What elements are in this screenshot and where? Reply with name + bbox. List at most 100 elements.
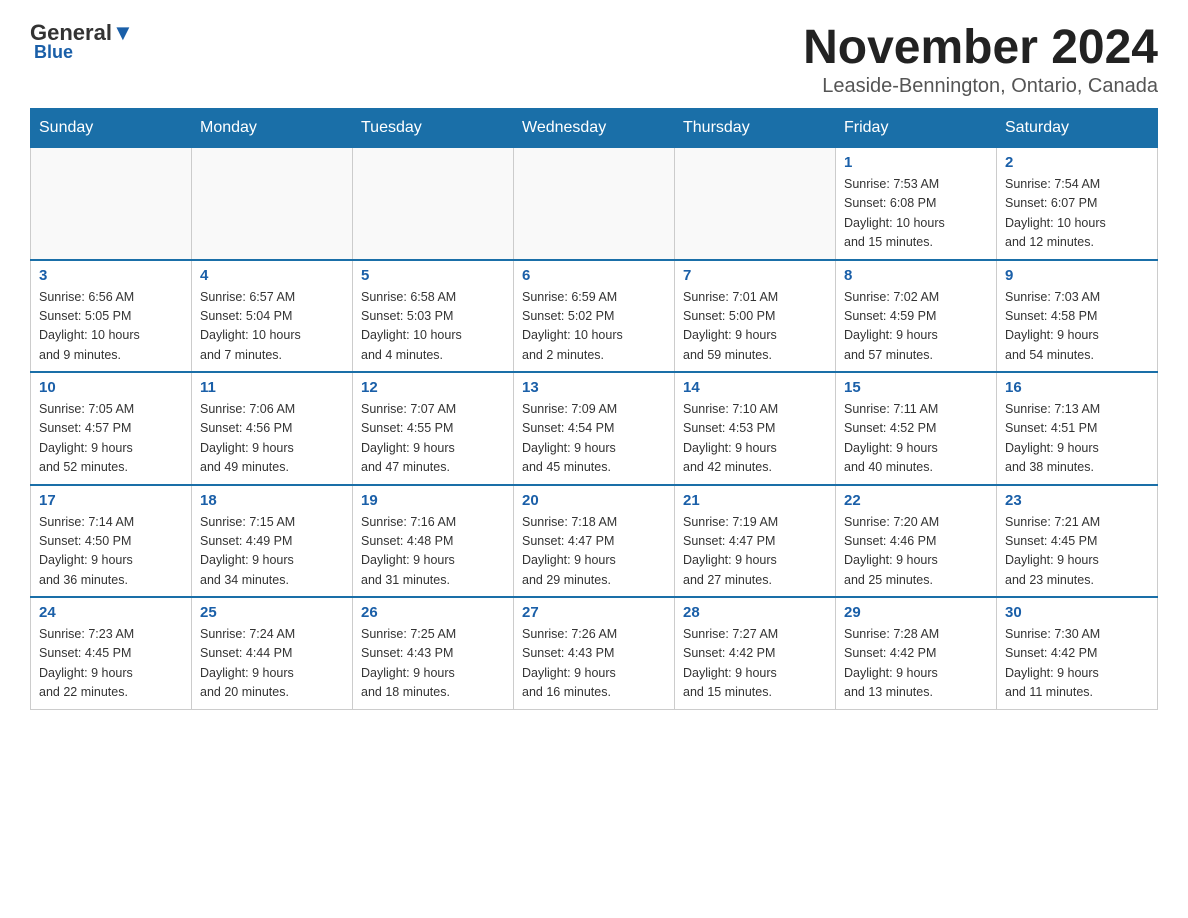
calendar-week-row: 17Sunrise: 7:14 AMSunset: 4:50 PMDayligh… (31, 485, 1158, 598)
day-info: Sunrise: 7:01 AMSunset: 5:00 PMDaylight:… (683, 288, 827, 366)
day-info: Sunrise: 7:24 AMSunset: 4:44 PMDaylight:… (200, 625, 344, 703)
day-number: 5 (361, 267, 505, 284)
day-info: Sunrise: 6:56 AMSunset: 5:05 PMDaylight:… (39, 288, 183, 366)
day-info: Sunrise: 7:18 AMSunset: 4:47 PMDaylight:… (522, 513, 666, 591)
day-info: Sunrise: 7:11 AMSunset: 4:52 PMDaylight:… (844, 400, 988, 478)
day-number: 12 (361, 379, 505, 396)
calendar-cell (353, 148, 514, 260)
day-number: 3 (39, 267, 183, 284)
calendar-week-row: 24 Sunrise: 7:23 AMSunset: 4:45 PMDayligh… (31, 597, 1158, 709)
day-number: 27 (522, 604, 666, 621)
day-info: Sunrise: 7:14 AMSunset: 4:50 PMDaylight:… (39, 513, 183, 591)
calendar-cell (675, 148, 836, 260)
calendar-cell (31, 148, 192, 260)
calendar-cell: 2Sunrise: 7:54 AMSunset: 6:07 PMDaylight… (997, 148, 1158, 260)
day-number: 8 (844, 267, 988, 284)
weekday-header: Sunday (31, 109, 192, 148)
day-info: Sunrise: 7:09 AMSunset: 4:54 PMDaylight:… (522, 400, 666, 478)
day-info: Sunrise: 7:20 AMSunset: 4:46 PMDaylight:… (844, 513, 988, 591)
day-number: 19 (361, 492, 505, 509)
calendar-week-row: 1 Sunrise: 7:53 AMSunset: 6:08 PMDaylight… (31, 148, 1158, 260)
weekday-header: Tuesday (353, 109, 514, 148)
day-number: 18 (200, 492, 344, 509)
weekday-header: Monday (192, 109, 353, 148)
weekday-header: Wednesday (514, 109, 675, 148)
day-number: 4 (200, 267, 344, 284)
day-info: Sunrise: 7:21 AMSunset: 4:45 PMDaylight:… (1005, 513, 1149, 591)
calendar-cell: 22Sunrise: 7:20 AMSunset: 4:46 PMDayligh… (836, 485, 997, 598)
calendar-cell: 11 Sunrise: 7:06 AMSunset: 4:56 PMDayligh… (192, 372, 353, 485)
calendar-cell: 10 Sunrise: 7:05 AMSunset: 4:57 PMDayligh… (31, 372, 192, 485)
calendar-cell: 3 Sunrise: 6:56 AMSunset: 5:05 PMDaylight… (31, 260, 192, 373)
day-info: Sunrise: 6:57 AMSunset: 5:04 PMDaylight:… (200, 288, 344, 366)
day-number: 16 (1005, 379, 1149, 396)
title-area: November 2024 Leaside-Bennington, Ontari… (803, 20, 1158, 98)
calendar-cell: 23Sunrise: 7:21 AMSunset: 4:45 PMDayligh… (997, 485, 1158, 598)
day-info: Sunrise: 7:53 AMSunset: 6:08 PMDaylight:… (844, 175, 988, 253)
day-info: Sunrise: 7:30 AMSunset: 4:42 PMDaylight:… (1005, 625, 1149, 703)
calendar-cell: 14 Sunrise: 7:10 AMSunset: 4:53 PMDayligh… (675, 372, 836, 485)
day-number: 29 (844, 604, 988, 621)
day-info: Sunrise: 7:10 AMSunset: 4:53 PMDaylight:… (683, 400, 827, 478)
day-number: 28 (683, 604, 827, 621)
calendar-cell: 13 Sunrise: 7:09 AMSunset: 4:54 PMDayligh… (514, 372, 675, 485)
calendar-cell: 25 Sunrise: 7:24 AMSunset: 4:44 PMDayligh… (192, 597, 353, 709)
calendar-cell: 30 Sunrise: 7:30 AMSunset: 4:42 PMDayligh… (997, 597, 1158, 709)
day-number: 13 (522, 379, 666, 396)
calendar-cell: 29 Sunrise: 7:28 AMSunset: 4:42 PMDayligh… (836, 597, 997, 709)
day-number: 9 (1005, 267, 1149, 284)
day-info: Sunrise: 7:19 AMSunset: 4:47 PMDaylight:… (683, 513, 827, 591)
calendar-cell: 15 Sunrise: 7:11 AMSunset: 4:52 PMDayligh… (836, 372, 997, 485)
logo-sub: Blue (34, 42, 73, 63)
page-header: General ▼ Blue November 2024 Leaside-Ben… (30, 20, 1158, 98)
day-number: 7 (683, 267, 827, 284)
day-number: 14 (683, 379, 827, 396)
day-number: 21 (683, 492, 827, 509)
calendar-cell: 16 Sunrise: 7:13 AMSunset: 4:51 PMDayligh… (997, 372, 1158, 485)
day-info: Sunrise: 7:16 AMSunset: 4:48 PMDaylight:… (361, 513, 505, 591)
day-number: 11 (200, 379, 344, 396)
calendar-cell: 18 Sunrise: 7:15 AMSunset: 4:49 PMDayligh… (192, 485, 353, 598)
day-number: 15 (844, 379, 988, 396)
calendar-week-row: 10 Sunrise: 7:05 AMSunset: 4:57 PMDayligh… (31, 372, 1158, 485)
location: Leaside-Bennington, Ontario, Canada (803, 75, 1158, 98)
calendar-cell: 6Sunrise: 6:59 AMSunset: 5:02 PMDaylight… (514, 260, 675, 373)
weekday-header: Friday (836, 109, 997, 148)
day-number: 10 (39, 379, 183, 396)
calendar-cell (192, 148, 353, 260)
weekday-header: Saturday (997, 109, 1158, 148)
logo: General ▼ Blue (30, 20, 134, 63)
month-title: November 2024 (803, 20, 1158, 75)
calendar-cell: 9Sunrise: 7:03 AMSunset: 4:58 PMDaylight… (997, 260, 1158, 373)
calendar-cell: 5 Sunrise: 6:58 AMSunset: 5:03 PMDaylight… (353, 260, 514, 373)
day-info: Sunrise: 7:05 AMSunset: 4:57 PMDaylight:… (39, 400, 183, 478)
day-info: Sunrise: 7:15 AMSunset: 4:49 PMDaylight:… (200, 513, 344, 591)
day-info: Sunrise: 7:28 AMSunset: 4:42 PMDaylight:… (844, 625, 988, 703)
day-info: Sunrise: 7:06 AMSunset: 4:56 PMDaylight:… (200, 400, 344, 478)
day-number: 1 (844, 154, 988, 171)
calendar-cell: 17Sunrise: 7:14 AMSunset: 4:50 PMDayligh… (31, 485, 192, 598)
calendar-cell: 12 Sunrise: 7:07 AMSunset: 4:55 PMDayligh… (353, 372, 514, 485)
calendar-cell: 1 Sunrise: 7:53 AMSunset: 6:08 PMDaylight… (836, 148, 997, 260)
calendar-cell (514, 148, 675, 260)
calendar-cell: 24 Sunrise: 7:23 AMSunset: 4:45 PMDayligh… (31, 597, 192, 709)
day-info: Sunrise: 7:13 AMSunset: 4:51 PMDaylight:… (1005, 400, 1149, 478)
calendar-table: SundayMondayTuesdayWednesdayThursdayFrid… (30, 108, 1158, 710)
day-number: 20 (522, 492, 666, 509)
day-info: Sunrise: 7:23 AMSunset: 4:45 PMDaylight:… (39, 625, 183, 703)
calendar-cell: 27 Sunrise: 7:26 AMSunset: 4:43 PMDayligh… (514, 597, 675, 709)
day-info: Sunrise: 7:27 AMSunset: 4:42 PMDaylight:… (683, 625, 827, 703)
calendar-cell: 21 Sunrise: 7:19 AMSunset: 4:47 PMDayligh… (675, 485, 836, 598)
day-number: 30 (1005, 604, 1149, 621)
day-info: Sunrise: 7:26 AMSunset: 4:43 PMDaylight:… (522, 625, 666, 703)
weekday-header: Thursday (675, 109, 836, 148)
day-number: 25 (200, 604, 344, 621)
day-info: Sunrise: 7:25 AMSunset: 4:43 PMDaylight:… (361, 625, 505, 703)
calendar-cell: 26 Sunrise: 7:25 AMSunset: 4:43 PMDayligh… (353, 597, 514, 709)
day-info: Sunrise: 6:58 AMSunset: 5:03 PMDaylight:… (361, 288, 505, 366)
calendar-week-row: 3 Sunrise: 6:56 AMSunset: 5:05 PMDaylight… (31, 260, 1158, 373)
day-number: 24 (39, 604, 183, 621)
day-info: Sunrise: 7:07 AMSunset: 4:55 PMDaylight:… (361, 400, 505, 478)
day-number: 26 (361, 604, 505, 621)
calendar-cell: 19 Sunrise: 7:16 AMSunset: 4:48 PMDayligh… (353, 485, 514, 598)
